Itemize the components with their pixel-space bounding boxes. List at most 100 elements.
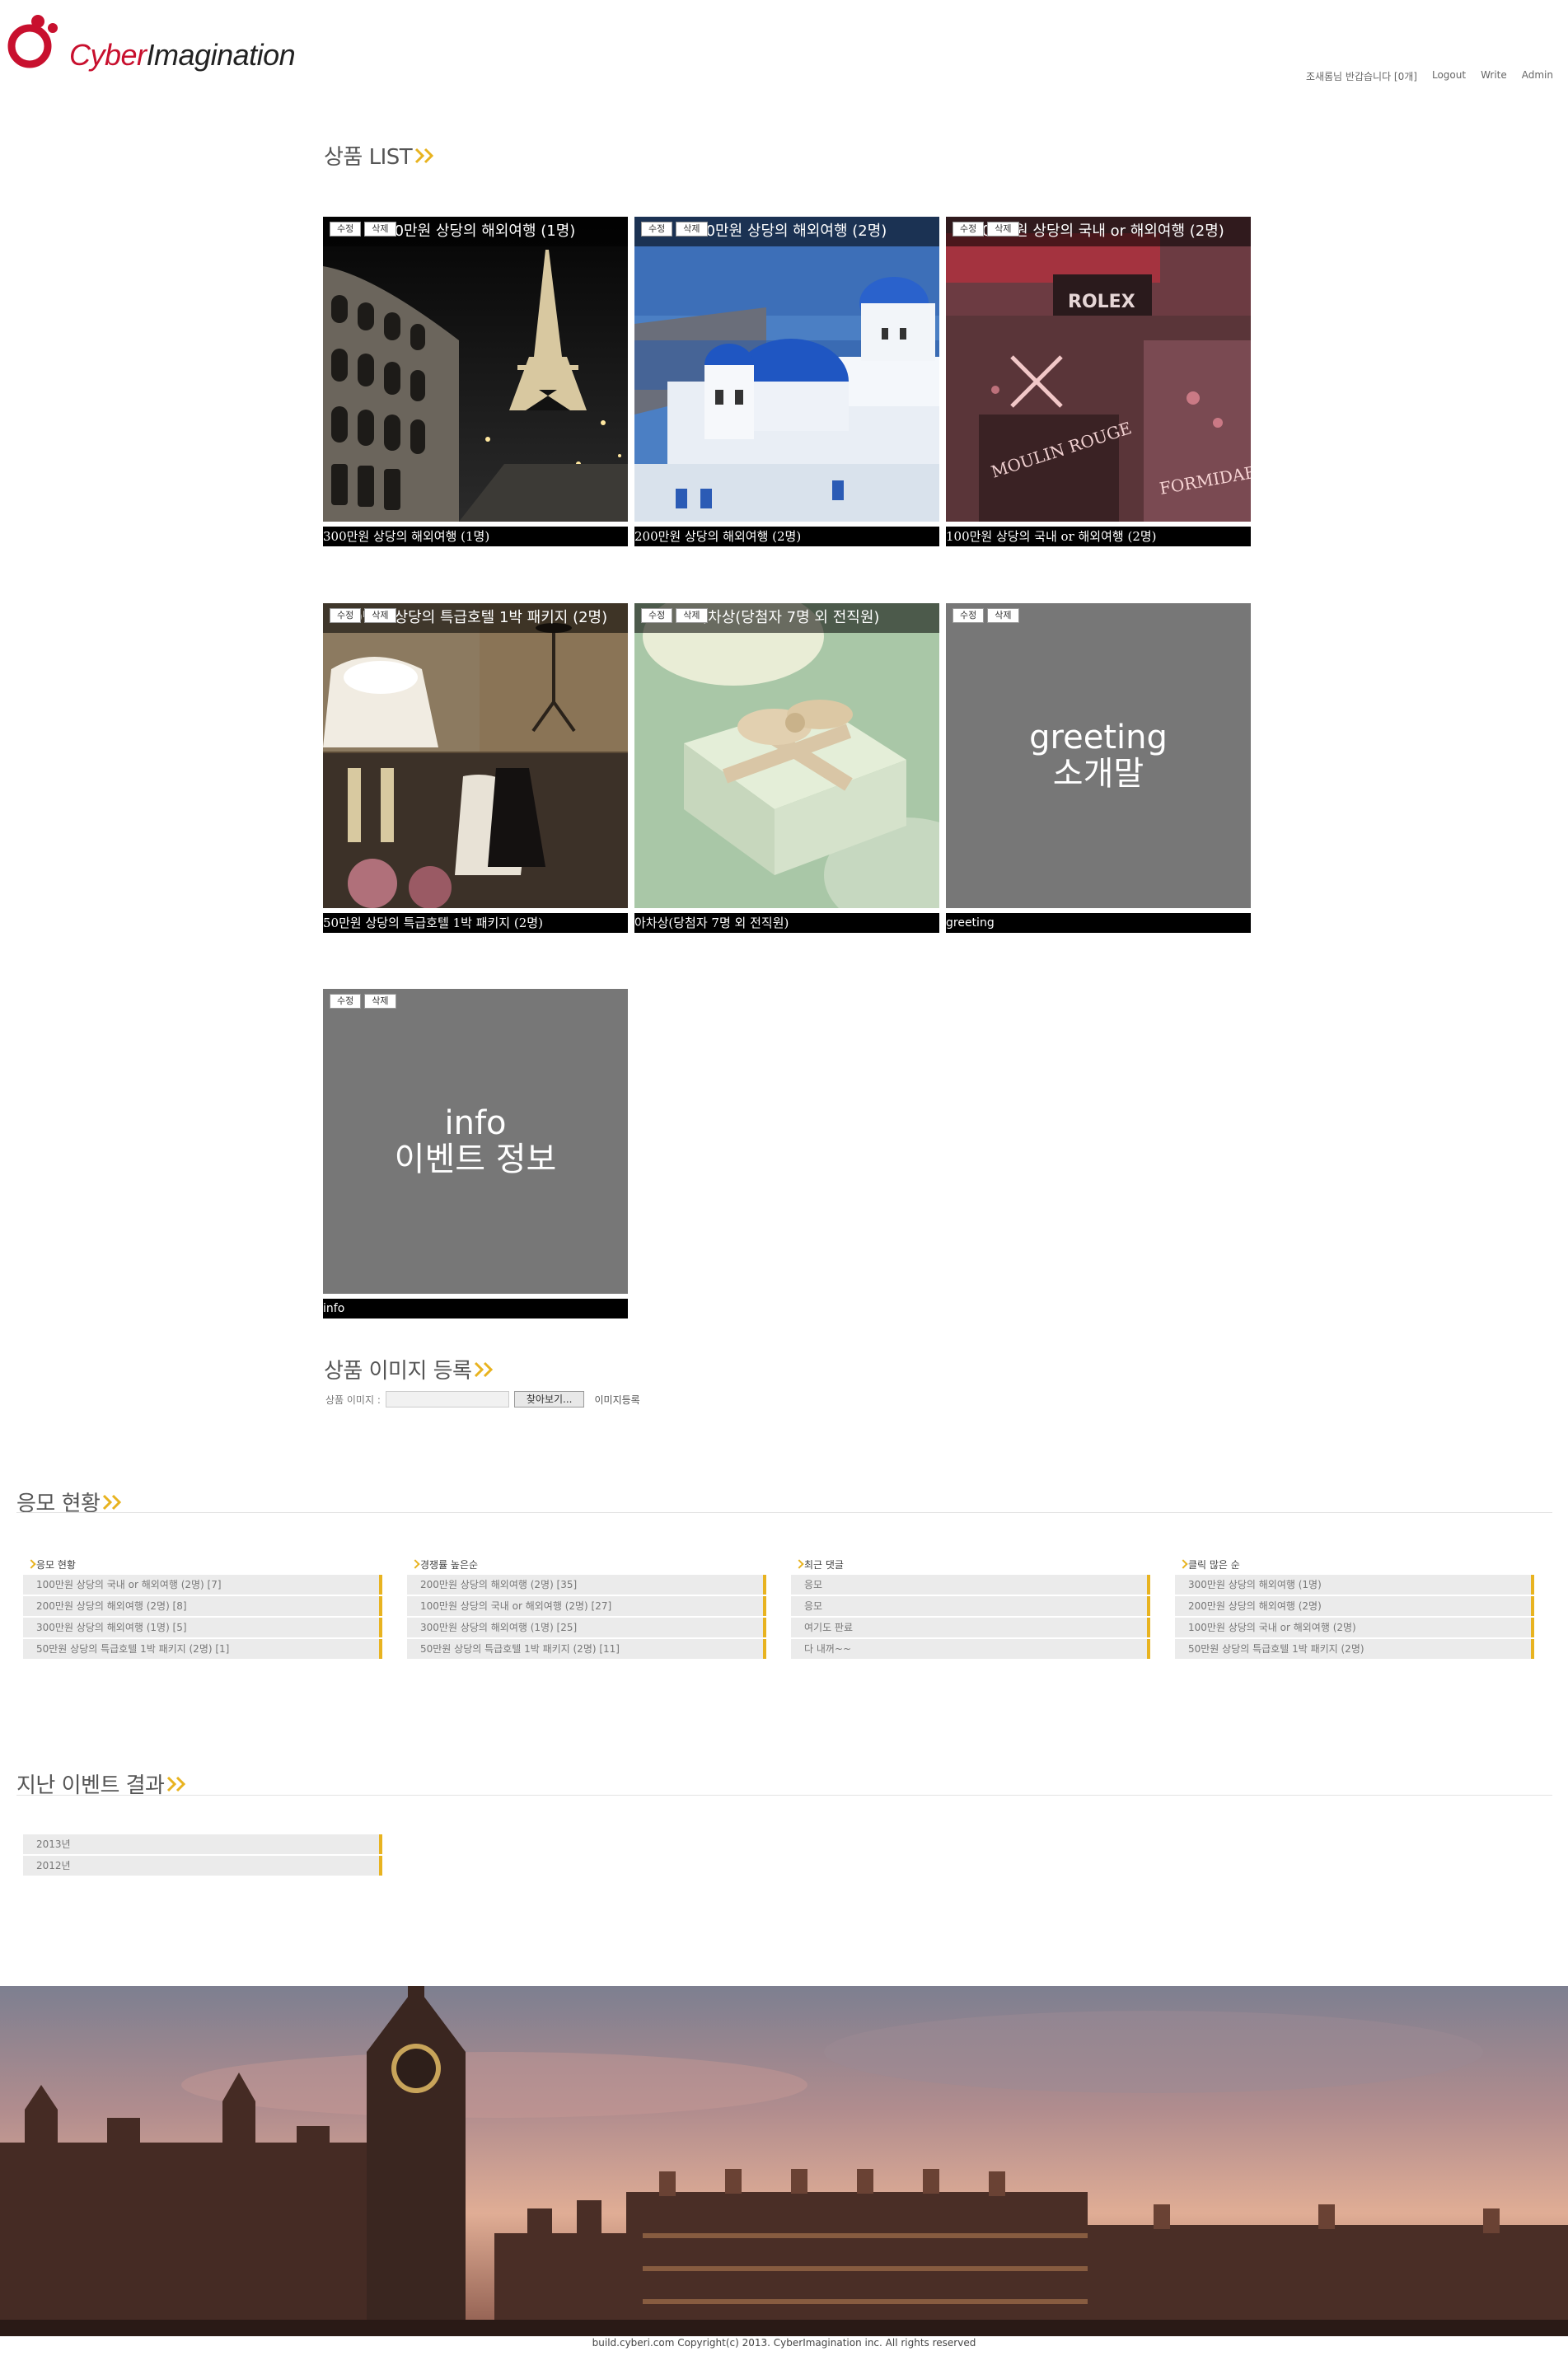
upload-submit-button[interactable]: 이미지등록 [594,1393,639,1407]
product-card[interactable]: greeting 소개말 수정 삭제 greeting [946,603,1251,933]
product-image[interactable]: ROLEX MOULIN ROUGE FORMIDABLE 100만원 상당의 … [946,217,1251,522]
placeholder-line2: 이벤트 정보 [394,1141,557,1178]
status-column-heading: 응모 현황 [23,1555,382,1575]
product-caption[interactable]: 200만원 상당의 해외여행 (2명) [634,527,939,546]
placeholder-line1: info [444,1104,507,1142]
product-card[interactable]: 200만원 상당의 해외여행 (2명) 수정 삭제 200만원 상당의 해외여행… [634,217,939,546]
double-chevron-icon [103,1494,122,1510]
double-chevron-icon [167,1776,186,1792]
product-image[interactable]: 50만원 상당의 특급호텔 1박 패키지 (2명) [323,603,628,908]
logo-mark-icon [7,15,58,68]
edit-button[interactable]: 수정 [330,222,362,237]
delete-button[interactable]: 삭제 [987,608,1019,623]
product-list-title-text: 상품 LIST [324,145,413,170]
status-column-heading: 경쟁률 높은순 [407,1555,766,1575]
logout-link[interactable]: Logout [1432,69,1466,83]
footer-banner-image [0,1986,1568,2336]
upload-form: 상품 이미지 : 찾아보기... 이미지등록 [325,1391,640,1407]
edit-button[interactable]: 수정 [953,222,985,237]
double-chevron-icon [415,148,434,163]
product-image[interactable]: info 이벤트 정보 [323,989,628,1294]
file-path-input[interactable] [385,1391,509,1407]
product-list-title: 상품 LIST [324,140,438,171]
delete-button[interactable]: 삭제 [364,994,396,1009]
product-image[interactable]: 아차상(당첨자 7명 외 전직원) [634,603,939,908]
status-column-heading: 클릭 많은 순 [1175,1555,1534,1575]
status-item[interactable]: 50만원 상당의 특급호텔 1박 패키지 (2명) [1] [23,1639,382,1659]
card-actions: 수정 삭제 [330,608,396,623]
logo-text: CyberImagination [69,38,296,73]
delete-button[interactable]: 삭제 [987,222,1019,237]
status-item[interactable]: 300만원 상당의 해외여행 (1명) [25] [407,1618,766,1637]
product-caption[interactable]: 아차상(당첨자 7명 외 전직원) [634,913,939,933]
product-image[interactable]: 200만원 상당의 해외여행 (2명) [634,217,939,522]
edit-button[interactable]: 수정 [330,994,362,1009]
status-item[interactable]: 여기도 판료 [791,1618,1150,1637]
edit-button[interactable]: 수정 [953,608,985,623]
product-card[interactable]: ROLEX MOULIN ROUGE FORMIDABLE 100만원 상당의 … [946,217,1251,546]
admin-link[interactable]: Admin [1522,69,1553,83]
london-skyline-image [0,1986,1568,2336]
status-item[interactable]: 다 내꺼~~ [791,1639,1150,1659]
copyright-text: build.cyberi.com Copyright(c) 2013. Cybe… [592,2337,976,2349]
status-column: 클릭 많은 순 300만원 상당의 해외여행 (1명) 200만원 상당의 해외… [1175,1555,1534,1660]
product-caption[interactable]: info [323,1299,628,1318]
status-item[interactable]: 300만원 상당의 해외여행 (1명) [5] [23,1618,382,1637]
browse-button[interactable]: 찾아보기... [513,1391,585,1407]
status-item[interactable]: 50만원 상당의 특급호텔 1박 패키지 (2명) [1175,1639,1534,1659]
delete-button[interactable]: 삭제 [364,608,396,623]
past-events-list: 2013년 2012년 [23,1834,382,1877]
status-item[interactable]: 50만원 상당의 특급호텔 1박 패키지 (2명) [11] [407,1639,766,1659]
placeholder-line2: 소개말 [1052,755,1144,793]
card-actions: 수정 삭제 [330,222,396,237]
upload-title: 상품 이미지 등록 [324,1354,498,1384]
gift-box-image [634,603,939,908]
card-actions: 수정 삭제 [953,222,1019,237]
edit-button[interactable]: 수정 [641,608,673,623]
status-item[interactable]: 200만원 상당의 해외여행 (2명) [1175,1596,1534,1616]
paris-colosseum-image [323,217,628,522]
logo-imagination: Imagination [146,38,296,72]
past-event-item[interactable]: 2012년 [23,1856,382,1876]
status-item[interactable]: 100만원 상당의 국내 or 해외여행 (2명) [7] [23,1575,382,1595]
status-item[interactable]: 응모 [791,1575,1150,1595]
status-item[interactable]: 100만원 상당의 국내 or 해외여행 (2명) [27] [407,1596,766,1616]
status-item[interactable]: 300만원 상당의 해외여행 (1명) [1175,1575,1534,1595]
product-caption[interactable]: 300만원 상당의 해외여행 (1명) [323,527,628,546]
product-caption[interactable]: 100만원 상당의 국내 or 해외여행 (2명) [946,527,1251,546]
product-card[interactable]: 50만원 상당의 특급호텔 1박 패키지 (2명) 수정 삭제 50만원 상당의… [323,603,628,933]
status-item[interactable]: 100만원 상당의 국내 or 해외여행 (2명) [1175,1618,1534,1637]
edit-button[interactable]: 수정 [641,222,673,237]
product-caption[interactable]: 50만원 상당의 특급호텔 1박 패키지 (2명) [323,913,628,933]
status-item[interactable]: 200만원 상당의 해외여행 (2명) [35] [407,1575,766,1595]
delete-button[interactable]: 삭제 [676,222,708,237]
placeholder-label: info 이벤트 정보 [323,989,628,1294]
status-item[interactable]: 200만원 상당의 해외여행 (2명) [8] [23,1596,382,1616]
logo[interactable]: CyberImagination [7,8,303,74]
product-image[interactable]: 300만원 상당의 해외여행 (1명) [323,217,628,522]
delete-button[interactable]: 삭제 [676,608,708,623]
product-image[interactable]: greeting 소개말 [946,603,1251,908]
neon-signs-image: ROLEX MOULIN ROUGE FORMIDABLE [946,217,1251,522]
product-card[interactable]: info 이벤트 정보 수정 삭제 info [323,989,628,1318]
past-event-item[interactable]: 2013년 [23,1834,382,1854]
delete-button[interactable]: 삭제 [364,222,396,237]
product-caption[interactable]: greeting [946,913,1251,933]
section-divider [16,1795,1552,1796]
write-link[interactable]: Write [1481,69,1507,83]
status-column: 경쟁률 높은순 200만원 상당의 해외여행 (2명) [35] 100만원 상… [407,1555,766,1660]
edit-button[interactable]: 수정 [330,608,362,623]
status-item[interactable]: 응모 [791,1596,1150,1616]
product-card[interactable]: 아차상(당첨자 7명 외 전직원) 수정 삭제 아차상(당첨자 7명 외 전직원… [634,603,939,933]
status-column: 최근 댓글 응모 응모 여기도 판료 다 내꺼~~ [791,1555,1150,1660]
product-card[interactable]: 300만원 상당의 해외여행 (1명) 수정 삭제 300만원 상당의 해외여행… [323,217,628,546]
welcome-text: 조새롬님 반갑습니다 [0개] [1305,71,1417,82]
card-actions: 수정 삭제 [330,994,396,1009]
placeholder-label: greeting 소개말 [946,603,1251,908]
double-chevron-icon [475,1361,494,1377]
logo-cyber: Cyber [69,38,147,72]
upload-title-text: 상품 이미지 등록 [324,1359,472,1384]
card-actions: 수정 삭제 [641,608,708,623]
svg-text:ROLEX: ROLEX [1068,292,1135,312]
section-divider [16,1512,1552,1513]
